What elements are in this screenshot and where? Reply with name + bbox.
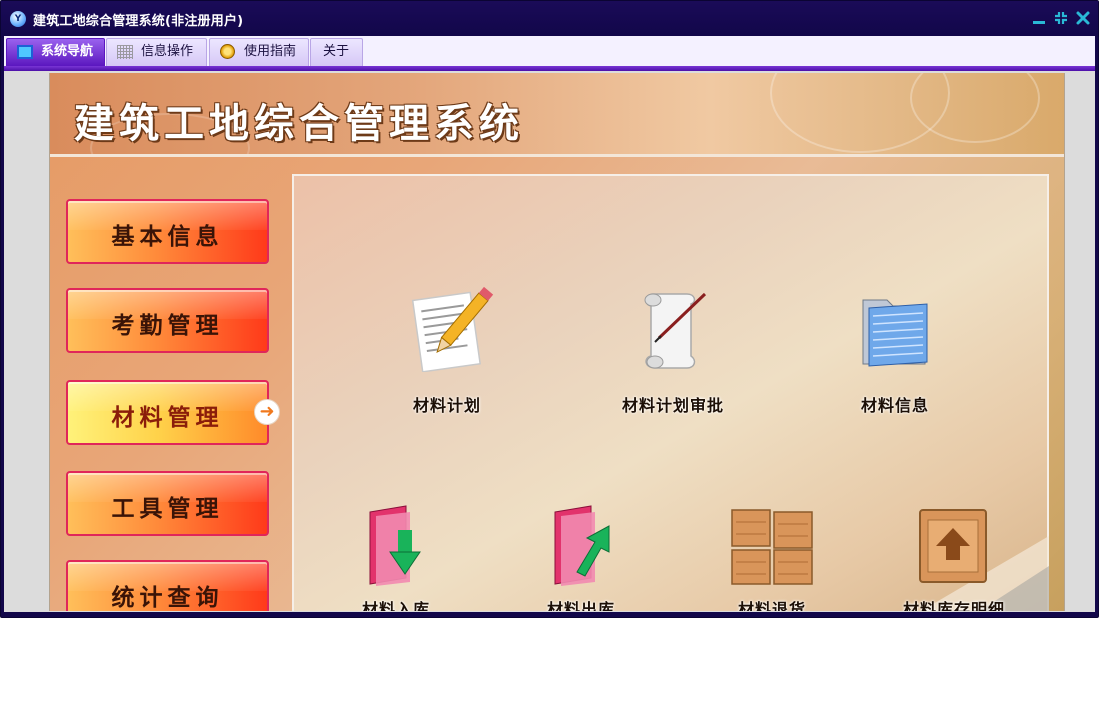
tab-label: 系统导航 xyxy=(41,44,94,59)
tab-about[interactable]: 关于 xyxy=(310,38,363,66)
app-logo-icon: Y xyxy=(10,11,26,27)
sidebar-item-label: 材料管理 xyxy=(111,405,224,431)
item-label: 材料库存明细 xyxy=(902,600,1005,611)
sidebar-item-statistics[interactable]: 统计查询 xyxy=(66,560,269,611)
item-label: 材料退货 xyxy=(737,600,806,611)
menu-bar: 系统导航 信息操作 使用指南 关于 xyxy=(4,36,1095,66)
tab-user-guide[interactable]: 使用指南 xyxy=(209,38,309,66)
tab-system-navigation[interactable]: 系统导航 xyxy=(6,38,105,66)
arrow-right-icon: ➜ xyxy=(254,399,280,425)
outbound-folder-icon xyxy=(554,505,610,586)
close-button[interactable] xyxy=(1075,10,1091,26)
item-label: 材料出库 xyxy=(546,600,615,611)
banner-ornament xyxy=(910,73,1040,143)
sidebar-item-attendance[interactable]: 考勤管理 xyxy=(66,288,269,353)
tab-label: 信息操作 xyxy=(141,44,194,59)
title-bar[interactable]: Y 建筑工地综合管理系统(非注册用户) xyxy=(1,1,1098,35)
tab-label: 使用指南 xyxy=(244,44,297,59)
sidebar-item-basic-info[interactable]: 基本信息 xyxy=(66,199,269,264)
minimize-button[interactable] xyxy=(1031,10,1047,26)
materials-outbound-item[interactable]: 材料出库 xyxy=(501,498,661,611)
inbound-folder-icon xyxy=(369,505,421,586)
crates-icon xyxy=(731,509,813,585)
materials-plan-approval-item[interactable]: 材料计划审批 xyxy=(593,286,753,415)
item-label: 材料计划审批 xyxy=(621,396,724,415)
content-panel: 材料计划 材料计划审批 材料信息 材料入库 材料出库 材料退货 材料库存明细 xyxy=(292,174,1049,611)
sidebar-item-tools[interactable]: 工具管理 xyxy=(66,471,269,536)
sidebar-item-label: 基本信息 xyxy=(111,224,224,250)
banner: 建筑工地综合管理系统 xyxy=(50,73,1064,157)
materials-plan-item[interactable]: 材料计划 xyxy=(367,286,527,415)
sidebar-item-label: 统计查询 xyxy=(111,585,224,611)
close-icon xyxy=(1076,11,1090,25)
page-title: 建筑工地综合管理系统 xyxy=(74,100,524,147)
window-title: 建筑工地综合管理系统(非注册用户) xyxy=(33,14,244,29)
materials-inbound-item[interactable]: 材料入库 xyxy=(316,498,476,611)
scroll-icon xyxy=(644,292,707,369)
monitor-icon xyxy=(17,45,33,59)
item-label: 材料信息 xyxy=(860,396,929,415)
crate-upload-icon xyxy=(919,509,987,583)
folder-icon xyxy=(862,299,928,367)
materials-inventory-item[interactable]: 材料库存明细 xyxy=(874,498,1034,611)
main-app-area: 建筑工地综合管理系统 基本信息 考勤管理 材料管理 ➜ 工具管理 统计查询 材料… xyxy=(49,73,1065,611)
guide-icon xyxy=(220,44,235,59)
materials-info-item[interactable]: 材料信息 xyxy=(815,286,975,415)
sidebar-item-label: 工具管理 xyxy=(111,496,224,522)
item-label: 材料入库 xyxy=(361,600,430,611)
item-label: 材料计划 xyxy=(412,396,481,415)
materials-return-item[interactable]: 材料退货 xyxy=(692,498,852,611)
restore-icon xyxy=(1055,12,1067,24)
pencil-document-icon xyxy=(411,286,494,372)
restore-button[interactable] xyxy=(1053,10,1069,26)
grid-icon xyxy=(117,45,133,59)
tab-label: 关于 xyxy=(323,44,350,59)
sidebar-item-label: 考勤管理 xyxy=(111,313,224,339)
tab-info-operation[interactable]: 信息操作 xyxy=(106,38,207,66)
sidebar-item-materials[interactable]: 材料管理 xyxy=(66,380,269,445)
